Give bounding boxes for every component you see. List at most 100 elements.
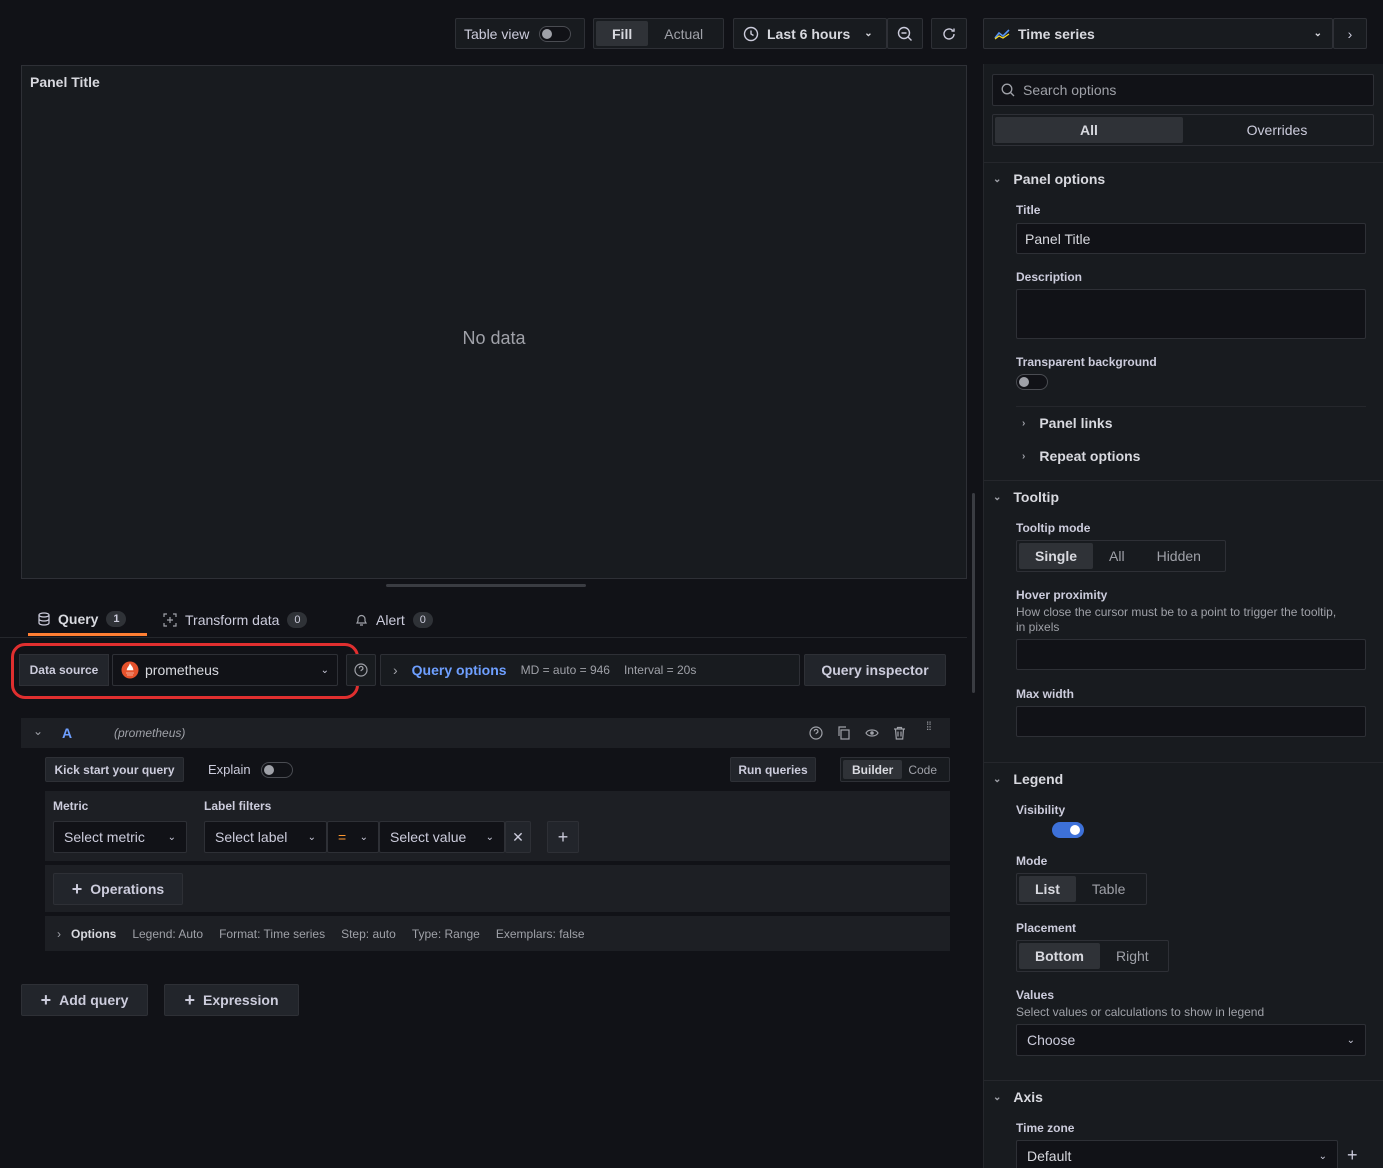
value-select[interactable]: Select value ⌄ <box>379 821 505 853</box>
description-textarea[interactable] <box>1016 289 1366 339</box>
divider <box>984 162 1383 163</box>
trash-icon[interactable] <box>893 726 906 740</box>
tab-transform[interactable]: Transform data 0 <box>163 604 308 636</box>
visibility-switch[interactable] <box>1051 822 1084 838</box>
help-circle-icon[interactable] <box>809 726 823 740</box>
tab-query-label: Query <box>58 610 99 627</box>
divider <box>984 1080 1383 1081</box>
section-panel-options[interactable]: ⌄ Panel options <box>993 171 1105 187</box>
chevron-down-icon: ⌄ <box>307 831 316 843</box>
vertical-scrollbar[interactable] <box>972 493 975 693</box>
resize-handle[interactable] <box>386 584 586 587</box>
panel-links-section[interactable]: › Panel links <box>1022 415 1113 431</box>
builder-mode-button[interactable]: Builder <box>843 760 903 779</box>
eye-icon[interactable] <box>865 727 879 739</box>
collapse-chevron-icon[interactable]: ⌄ <box>33 724 43 738</box>
table-view-toggle[interactable]: Table view <box>455 18 585 49</box>
chevron-down-icon: ⌄ <box>359 831 368 843</box>
description-label: Description <box>1016 270 1083 284</box>
panel-preview: Panel Title No data <box>21 65 967 579</box>
legend-placement-group: Bottom Right <box>1016 940 1169 972</box>
legend-setting: Legend: Auto <box>132 926 204 941</box>
chevron-right-icon: › <box>393 662 398 678</box>
label-select[interactable]: Select label ⌄ <box>204 821 327 853</box>
repeat-options-section[interactable]: › Repeat options <box>1022 448 1140 464</box>
add-filter-button[interactable]: + <box>547 821 579 853</box>
add-query-button[interactable]: + Add query <box>21 984 148 1016</box>
refresh-button[interactable] <box>931 18 967 49</box>
query-inspector-button[interactable]: Query inspector <box>804 654 946 686</box>
transparent-background-switch[interactable] <box>1016 374 1048 390</box>
drag-handle-icon[interactable]: ⁞⁞ <box>926 720 936 732</box>
title-input[interactable]: Panel Title <box>1016 223 1366 254</box>
time-zone-select[interactable]: Default ⌄ <box>1016 1140 1338 1168</box>
chevron-down-icon: ⌄ <box>993 491 1002 503</box>
operator-value: = <box>338 829 347 845</box>
tooltip-hidden-option[interactable]: Hidden <box>1141 543 1217 569</box>
explain-switch[interactable] <box>260 761 293 778</box>
refresh-icon <box>943 27 955 40</box>
tooltip-all-option[interactable]: All <box>1093 543 1141 569</box>
fill-button[interactable]: Fill <box>596 21 649 46</box>
plus-icon: + <box>1347 1145 1358 1165</box>
label-placeholder: Select label <box>215 829 288 845</box>
metric-placeholder: Select metric <box>64 829 145 845</box>
section-legend[interactable]: ⌄ Legend <box>993 771 1063 787</box>
tooltip-single-option[interactable]: Single <box>1019 543 1094 569</box>
values-select[interactable]: Choose ⌄ <box>1016 1024 1366 1056</box>
run-queries-button[interactable]: Run queries <box>730 757 816 782</box>
placement-bottom[interactable]: Bottom <box>1019 943 1100 969</box>
query-options-label: Query options <box>411 662 507 678</box>
collapse-options-button[interactable]: › <box>1333 18 1367 49</box>
datasource-help-button[interactable] <box>346 654 376 686</box>
no-data-text: No data <box>462 328 526 348</box>
table-view-switch[interactable] <box>539 25 572 42</box>
chevron-down-icon: ⌄ <box>993 1091 1002 1103</box>
explain-toggle[interactable]: Explain <box>208 757 293 782</box>
time-series-icon <box>994 28 1010 39</box>
divider <box>984 762 1383 763</box>
mode-label: Mode <box>1016 854 1048 868</box>
chevron-down-icon: ⌄ <box>1346 1034 1355 1046</box>
visualization-picker[interactable]: Time series ⌄ <box>983 18 1333 49</box>
table-view-label: Table view <box>464 25 530 42</box>
metric-select[interactable]: Select metric ⌄ <box>53 821 187 853</box>
hover-proximity-description: How close the cursor must be to a point … <box>1016 605 1337 634</box>
tooltip-mode-group: Single All Hidden <box>1016 540 1226 572</box>
expression-button[interactable]: + Expression <box>164 984 299 1016</box>
zoom-out-button[interactable] <box>887 18 923 49</box>
add-time-zone-button[interactable]: + <box>1347 1145 1358 1166</box>
tab-alert[interactable]: Alert 0 <box>355 604 433 636</box>
tab-overrides[interactable]: Overrides <box>1183 117 1371 143</box>
code-mode-button[interactable]: Code <box>902 760 943 779</box>
query-options-row[interactable]: › Options Legend: Auto Format: Time seri… <box>45 916 950 951</box>
visibility-label: Visibility <box>1016 803 1066 817</box>
time-range-label: Last 6 hours <box>767 25 851 42</box>
query-ref-id[interactable]: A <box>62 725 72 741</box>
chevron-down-icon: ⌄ <box>167 831 176 843</box>
section-tooltip[interactable]: ⌄ Tooltip <box>993 489 1059 505</box>
duplicate-icon[interactable] <box>837 726 851 740</box>
legend-mode-table[interactable]: Table <box>1076 876 1141 902</box>
actual-button[interactable]: Actual <box>648 21 719 46</box>
placement-right[interactable]: Right <box>1100 943 1165 969</box>
remove-filter-button[interactable]: ✕ <box>505 821 531 853</box>
tab-alert-label: Alert <box>376 612 405 628</box>
legend-mode-list[interactable]: List <box>1019 876 1076 902</box>
search-options-input[interactable]: Search options <box>992 74 1374 106</box>
chevron-right-icon: › <box>1022 450 1026 462</box>
tab-all[interactable]: All <box>995 117 1183 143</box>
kick-start-button[interactable]: Kick start your query <box>45 757 184 782</box>
section-axis[interactable]: ⌄ Axis <box>993 1089 1043 1105</box>
plus-icon: + <box>557 826 569 847</box>
query-options-bar[interactable]: › Query options MD = auto = 946 Interval… <box>380 654 800 686</box>
plus-icon: + <box>71 878 83 899</box>
operator-select[interactable]: = ⌄ <box>327 821 379 853</box>
hover-proximity-input[interactable] <box>1016 639 1366 670</box>
format-setting: Format: Time series <box>219 926 326 941</box>
tab-query[interactable]: Query 1 <box>28 604 147 636</box>
operations-button[interactable]: + Operations <box>53 873 183 905</box>
max-width-input[interactable] <box>1016 706 1366 737</box>
values-placeholder: Choose <box>1027 1032 1076 1048</box>
time-range-picker[interactable]: Last 6 hours ⌄ <box>733 18 887 49</box>
